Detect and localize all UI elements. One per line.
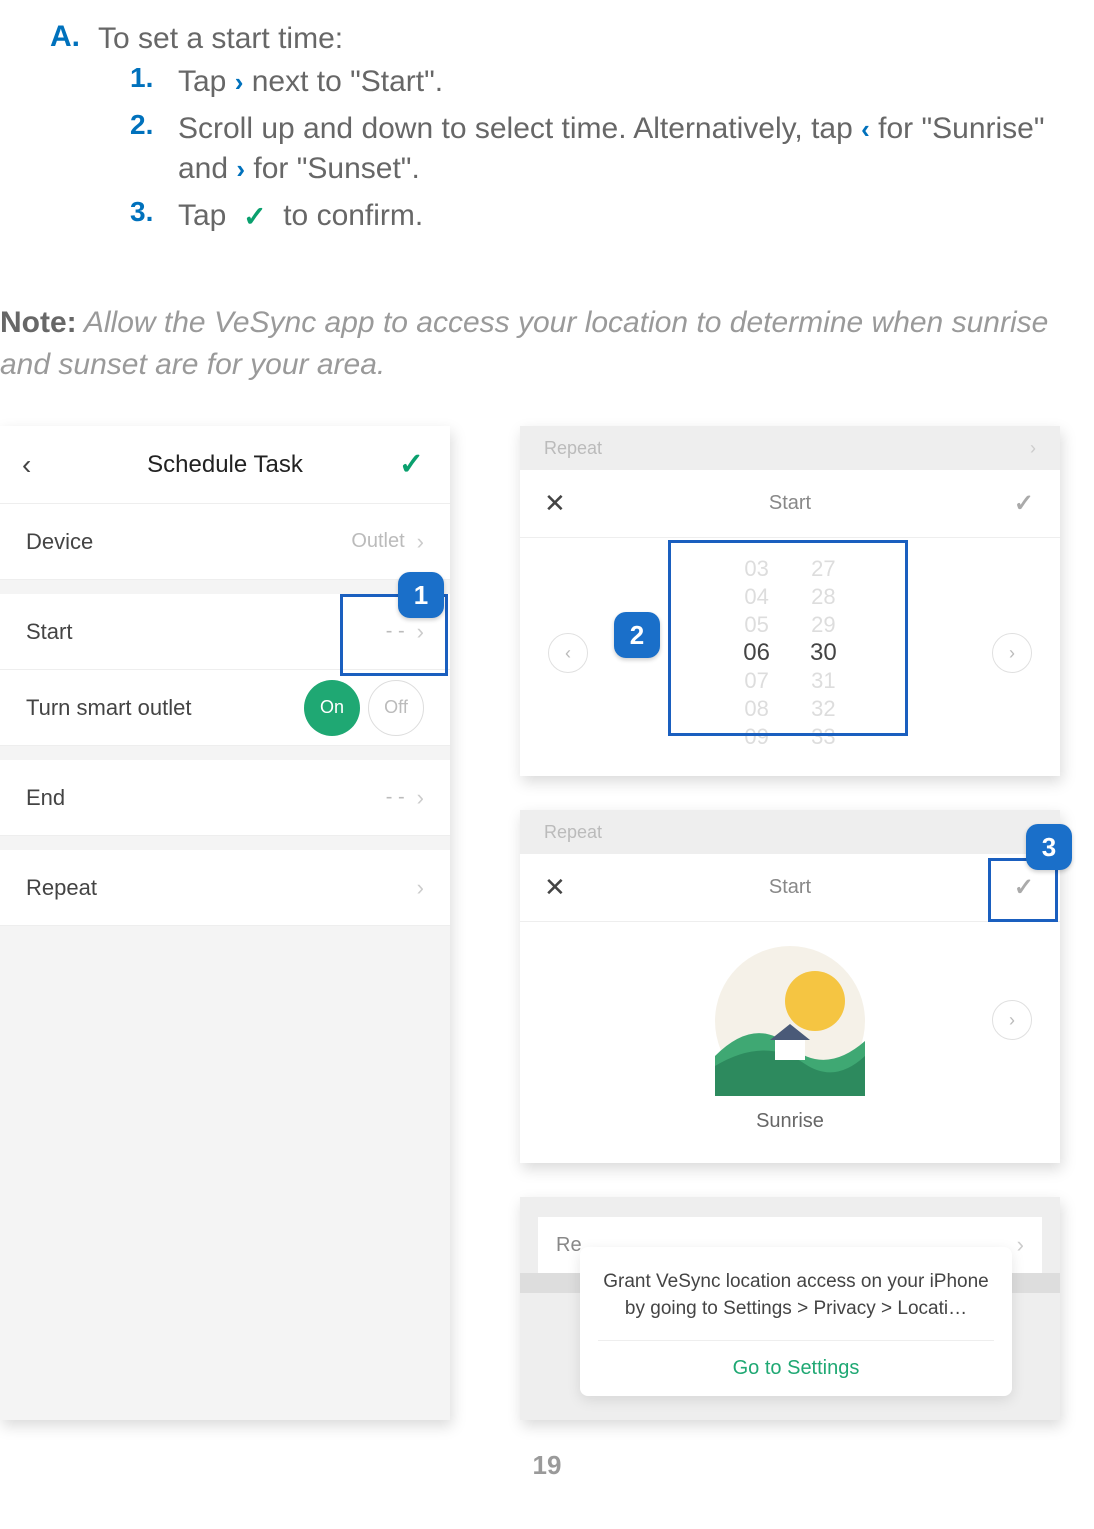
step-1: 1. Tap › next to "Start". [130, 62, 1094, 103]
chevron-right-icon: › [417, 875, 424, 901]
step-2: 2. Scroll up and down to select time. Al… [130, 109, 1094, 190]
row-label: Device [26, 529, 93, 555]
sunset-next-button[interactable]: › [992, 633, 1032, 673]
close-icon[interactable]: ✕ [544, 488, 566, 519]
location-modal: Grant VeSync location access on your iPh… [580, 1247, 1012, 1396]
gray-repeat-strip: Repeat › [520, 810, 1060, 854]
sunrise-prev-button[interactable]: ‹ [548, 633, 588, 673]
row-label: End [26, 785, 65, 811]
right-screens-column: Repeat › ✕ Start ✓ ‹ 03040506070809 2728… [520, 426, 1060, 1420]
turn-outlet-row: Turn smart outlet On Off [0, 670, 450, 746]
screen-header: ‹ Schedule Task ✓ [0, 426, 450, 504]
callout-2-box [668, 540, 908, 736]
end-row[interactable]: End - - › [0, 760, 450, 836]
checkmark-icon: ✓ [243, 201, 266, 232]
note-block: Note: Allow the VeSync app to access you… [0, 272, 1094, 416]
device-row[interactable]: Device Outlet › [0, 504, 450, 580]
step-number: 2. [130, 109, 158, 190]
sunrise-body: Sunrise › [520, 922, 1060, 1163]
callout-1-badge: 1 [398, 572, 444, 618]
schedule-task-screen: ‹ Schedule Task ✓ Device Outlet › Start … [0, 426, 450, 1420]
sunrise-illustration [705, 946, 875, 1096]
end-value: - - [386, 786, 405, 809]
device-value: Outlet [351, 530, 404, 553]
chevron-left-icon: ‹ [861, 114, 870, 144]
chevron-right-icon: › [1017, 1232, 1024, 1258]
note-text: Allow the VeSync app to access your loca… [0, 306, 1048, 381]
numbered-steps: 1. Tap › next to "Start". 2. Scroll up a… [0, 62, 1094, 236]
location-permission-screen: Re › Grant VeSync location access on you… [520, 1197, 1060, 1420]
chevron-right-icon: › [417, 529, 424, 555]
gray-repeat-strip: Repeat › [520, 426, 1060, 470]
sunrise-header: ✕ Start ✓ [520, 854, 1060, 922]
row-label: Start [26, 619, 72, 645]
instructions-block: A. To set a start time: 1. Tap › next to… [0, 20, 1094, 272]
toggle-off[interactable]: Off [368, 680, 424, 736]
close-icon[interactable]: ✕ [544, 872, 566, 903]
step-number: 1. [130, 62, 158, 103]
step-text: Tap › next to "Start". [178, 62, 453, 103]
step-text: Scroll up and down to select time. Alter… [178, 109, 1094, 190]
chevron-right-icon: › [236, 154, 245, 184]
row-label: Turn smart outlet [26, 695, 191, 721]
time-picker-screen: Repeat › ✕ Start ✓ ‹ 03040506070809 2728… [520, 426, 1060, 776]
row-label: Repeat [26, 875, 97, 901]
location-modal-text: Grant VeSync location access on your iPh… [598, 1269, 994, 1322]
picker-header: ✕ Start ✓ [520, 470, 1060, 538]
step-text: Tap ✓ to confirm. [178, 196, 433, 237]
note-label: Note: [0, 306, 77, 339]
step-3: 3. Tap ✓ to confirm. [130, 196, 1094, 237]
callout-3-badge: 3 [1026, 824, 1072, 870]
picker-title: Start [769, 492, 811, 515]
step-number: 3. [130, 196, 158, 237]
back-icon[interactable]: ‹ [22, 449, 31, 481]
section-title: To set a start time: [98, 20, 343, 56]
screenshot-mocks: ‹ Schedule Task ✓ Device Outlet › Start … [0, 416, 1094, 1420]
chevron-right-icon: › [1030, 438, 1036, 459]
go-to-settings-button[interactable]: Go to Settings [598, 1340, 994, 1396]
repeat-row[interactable]: Repeat › [0, 850, 450, 926]
callout-2-badge: 2 [614, 612, 660, 658]
sunrise-label: Sunrise [756, 1110, 824, 1133]
toggle-on[interactable]: On [304, 680, 360, 736]
sunset-next-button[interactable]: › [992, 1000, 1032, 1040]
chevron-right-icon: › [417, 785, 424, 811]
confirm-icon[interactable]: ✓ [1014, 489, 1034, 518]
sunrise-screen: Repeat › ✕ Start ✓ [520, 810, 1060, 1163]
section-a-header: A. To set a start time: [0, 20, 1094, 56]
confirm-icon[interactable]: ✓ [399, 447, 424, 482]
page-number: 19 [0, 1450, 1094, 1481]
section-letter: A. [50, 20, 80, 56]
sunrise-header-title: Start [769, 876, 811, 899]
header-title: Schedule Task [147, 451, 303, 479]
